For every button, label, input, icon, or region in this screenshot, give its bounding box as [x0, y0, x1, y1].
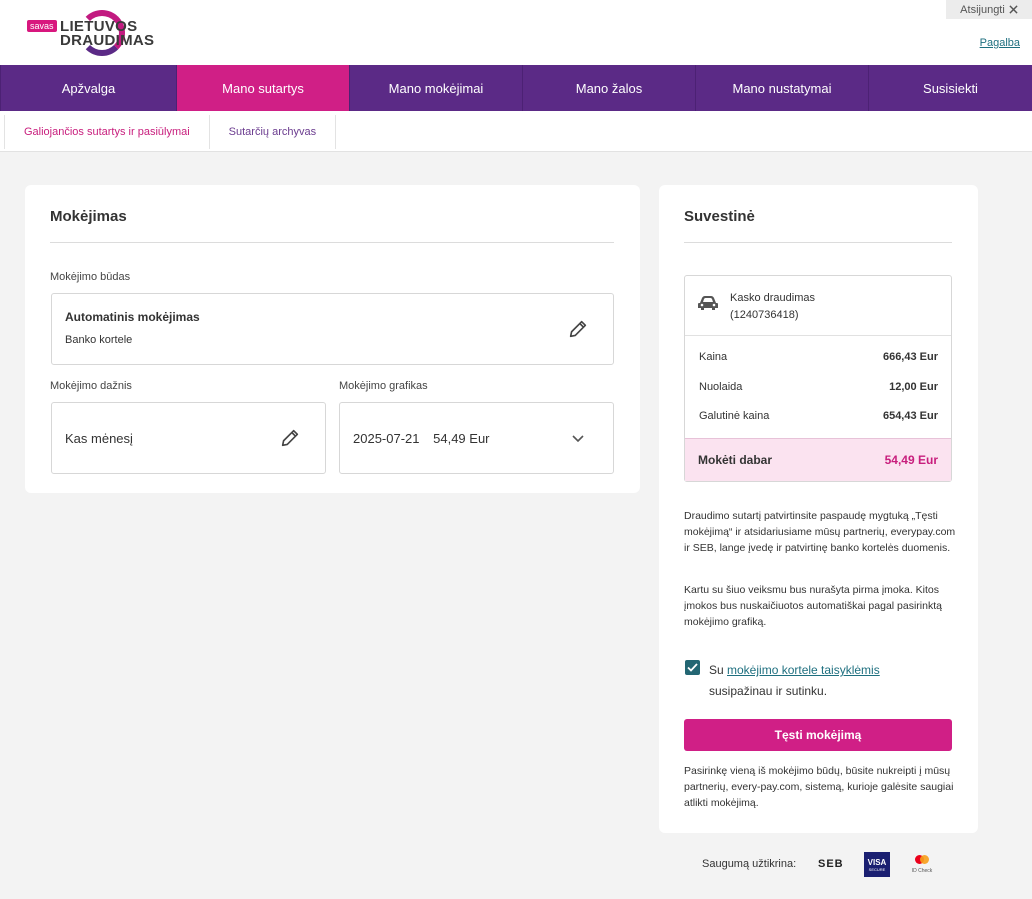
pay-now-label: Mokėti dabar: [698, 453, 773, 467]
price-row: Kaina 666,43 Eur: [699, 351, 938, 363]
logo-badge: savas: [27, 20, 57, 32]
subnav-item-active-contracts[interactable]: Galiojančios sutartys ir pasiūlymai: [4, 115, 210, 149]
nav-item-overview[interactable]: Apžvalga: [0, 65, 176, 111]
payment-method-label: Mokėjimo būdas: [50, 271, 131, 283]
summary-title: Suvestinė: [684, 208, 755, 225]
payment-card: Mokėjimas Mokėjimo būdas Automatinis mok…: [25, 185, 640, 493]
info-paragraph-1: Draudimo sutartį patvirtinsite paspaudę …: [684, 510, 956, 554]
schedule-amount: 54,49 Eur: [433, 431, 490, 446]
check-icon: [687, 663, 698, 672]
payment-title: Mokėjimas: [50, 208, 127, 225]
nav-item-my-payments[interactable]: Mano mokėjimai: [349, 65, 522, 111]
pay-now-row: Mokėti dabar 54,49 Eur: [685, 438, 951, 481]
redirect-note: Pasirinkę vieną iš mokėjimo būdų, būsite…: [684, 765, 954, 809]
payment-frequency-box[interactable]: Kas mėnesį: [51, 402, 326, 474]
price-label: Kaina: [699, 351, 728, 363]
brand-logo[interactable]: savas LIETUVOS DRAUDIMAS: [27, 10, 154, 58]
logo-text-line2: DRAUDIMAS: [60, 32, 155, 49]
logout-button[interactable]: Atsijungti: [946, 0, 1032, 19]
pay-now-amount: 54,49 Eur: [884, 453, 938, 467]
product-id: (1240736418): [730, 309, 799, 321]
divider: [684, 242, 952, 243]
payment-frequency-value: Kas mėnesį: [65, 431, 133, 446]
main-nav: Apžvalga Mano sutartys Mano mokėjimai Ma…: [0, 65, 1032, 111]
final-price-label: Galutinė kaina: [699, 410, 770, 422]
consent-text: Su mokėjimo kortele taisyklėmis susipaži…: [709, 660, 949, 702]
help-link[interactable]: Pagalba: [980, 37, 1020, 49]
payment-method-box[interactable]: Automatinis mokėjimas Banko kortele: [51, 293, 614, 365]
final-price-value: 654,43 Eur: [882, 410, 938, 422]
subnav-item-archive[interactable]: Sutarčių archyvas: [210, 115, 337, 149]
discount-row: Nuolaida 12,00 Eur: [699, 381, 938, 393]
payment-method-sub: Banko kortele: [65, 334, 133, 346]
security-label: Saugumą užtikrina:: [702, 858, 797, 870]
logout-label: Atsijungti: [960, 3, 1005, 16]
divider: [685, 335, 951, 336]
visa-text: VISA: [867, 857, 887, 867]
chevron-down-icon: [572, 435, 584, 443]
continue-payment-button[interactable]: Tęsti mokėjimą: [684, 719, 952, 751]
payment-method-title: Automatinis mokėjimas: [65, 310, 200, 324]
summary-box: Kasko draudimas (1240736418) Kaina 666,4…: [684, 275, 952, 482]
consent-suffix: susipažinau ir sutinku.: [709, 684, 828, 698]
header: savas LIETUVOS DRAUDIMAS Atsijungti Paga…: [0, 0, 1032, 65]
payment-schedule-label: Mokėjimo grafikas: [339, 380, 428, 392]
final-price-row: Galutinė kaina 654,43 Eur: [699, 410, 938, 422]
nav-item-my-contracts[interactable]: Mano sutartys: [176, 65, 349, 111]
nav-item-my-settings[interactable]: Mano nustatymai: [695, 65, 868, 111]
nav-item-my-claims[interactable]: Mano žalos: [522, 65, 695, 111]
discount-label: Nuolaida: [699, 381, 743, 393]
idcheck-text: ID Check: [911, 868, 933, 874]
payment-schedule-value: 2025-07-21 54,49 Eur: [353, 431, 490, 446]
seb-logo: SEB: [818, 858, 844, 870]
product-name: Kasko draudimas: [730, 292, 815, 304]
schedule-date: 2025-07-21: [353, 431, 420, 446]
card-terms-link[interactable]: mokėjimo kortele taisyklėmis: [727, 663, 880, 677]
edit-pencil-icon[interactable]: [279, 427, 301, 449]
edit-pencil-icon[interactable]: [567, 318, 589, 340]
nav-item-contact[interactable]: Susisiekti: [868, 65, 1032, 111]
payment-frequency-label: Mokėjimo dažnis: [50, 380, 132, 392]
price-value: 666,43 Eur: [882, 351, 938, 363]
info-paragraph-2: Kartu su šiuo veiksmu bus nurašyta pirma…: [684, 584, 942, 628]
consent-checkbox[interactable]: [685, 660, 700, 675]
consent-prefix: Su: [709, 663, 728, 677]
payment-schedule-select[interactable]: 2025-07-21 54,49 Eur: [339, 402, 614, 474]
car-icon: [698, 296, 718, 310]
visa-secure-logo: VISA SECURE: [864, 852, 890, 877]
product-info: Kasko draudimas (1240736418): [730, 290, 815, 324]
visa-sub-text: SECURE: [868, 866, 886, 872]
sub-nav: Galiojančios sutartys ir pasiūlymai Suta…: [0, 111, 1032, 152]
close-icon: [1009, 5, 1018, 14]
divider: [50, 242, 614, 243]
discount-value: 12,00 Eur: [889, 381, 938, 393]
mastercard-icon: [915, 855, 929, 864]
mastercard-idcheck-logo: ID Check: [908, 854, 936, 876]
